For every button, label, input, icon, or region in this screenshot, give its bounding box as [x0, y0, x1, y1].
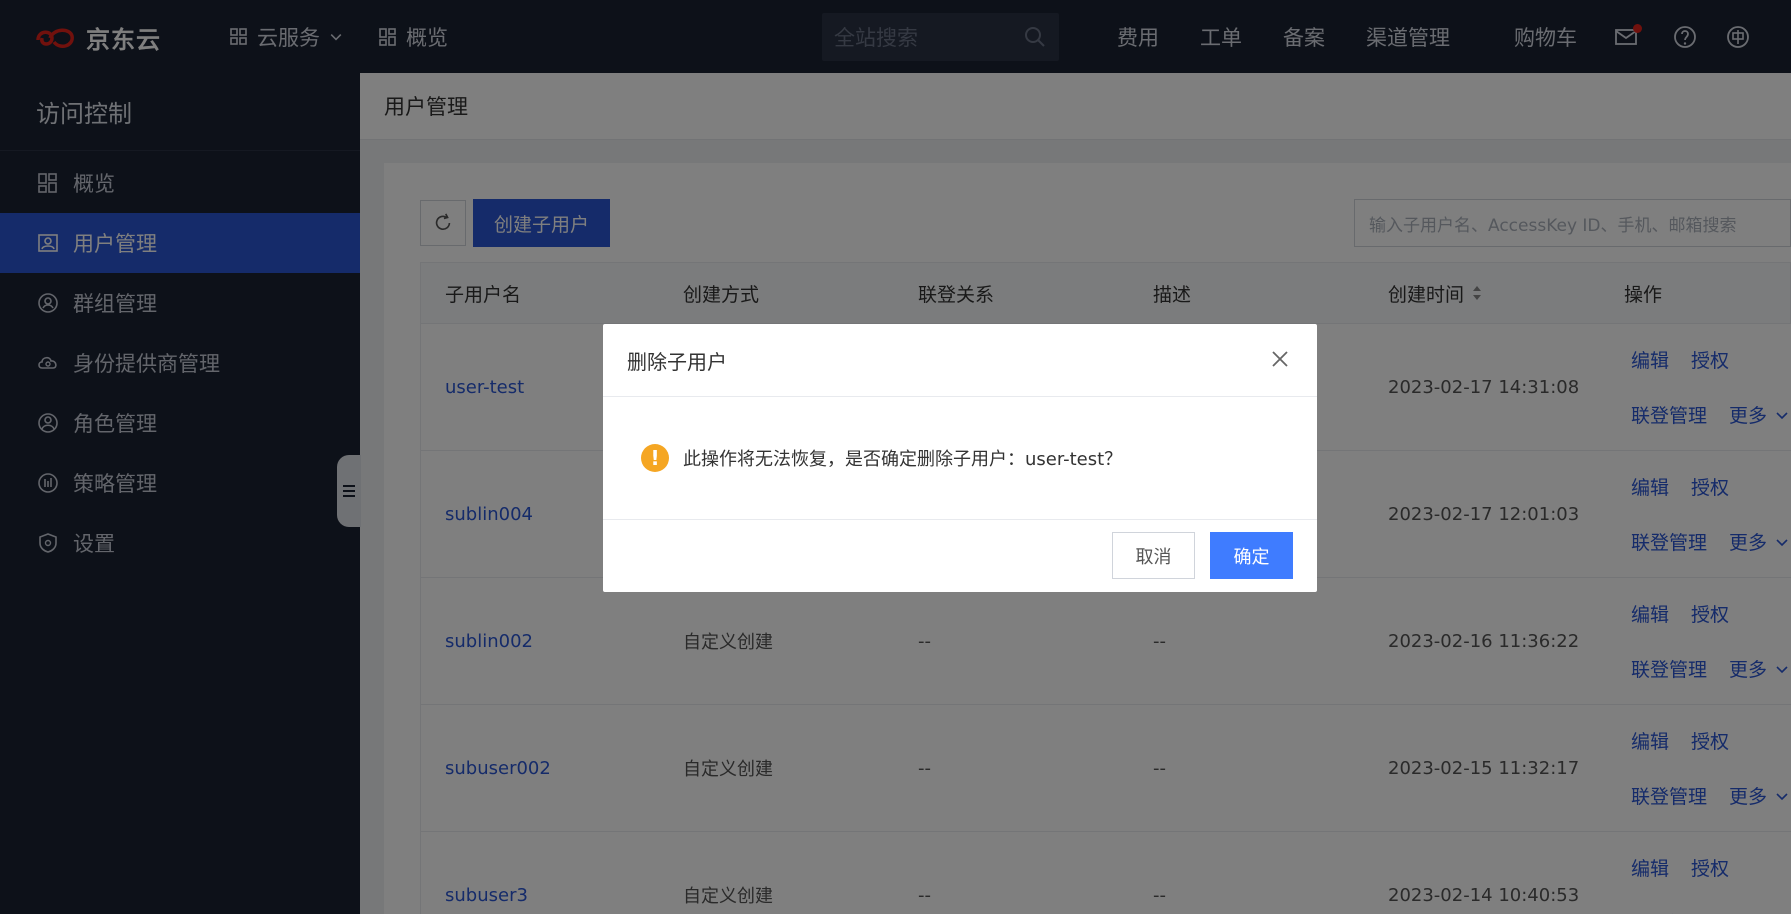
dialog-header: 删除子用户: [603, 324, 1317, 397]
warning-icon: !: [641, 444, 669, 472]
dialog-body: ! 此操作将无法恢复，是否确定删除子用户：user-test？: [603, 397, 1317, 520]
delete-subuser-dialog: 删除子用户 ! 此操作将无法恢复，是否确定删除子用户：user-test？ 取消…: [603, 324, 1317, 592]
cancel-button[interactable]: 取消: [1112, 532, 1195, 579]
confirm-button[interactable]: 确定: [1210, 532, 1293, 579]
dialog-footer: 取消 确定: [603, 520, 1317, 592]
close-icon[interactable]: [1269, 348, 1291, 370]
dialog-message: 此操作将无法恢复，是否确定删除子用户：user-test？: [683, 449, 1123, 470]
dialog-title: 删除子用户: [627, 349, 727, 374]
